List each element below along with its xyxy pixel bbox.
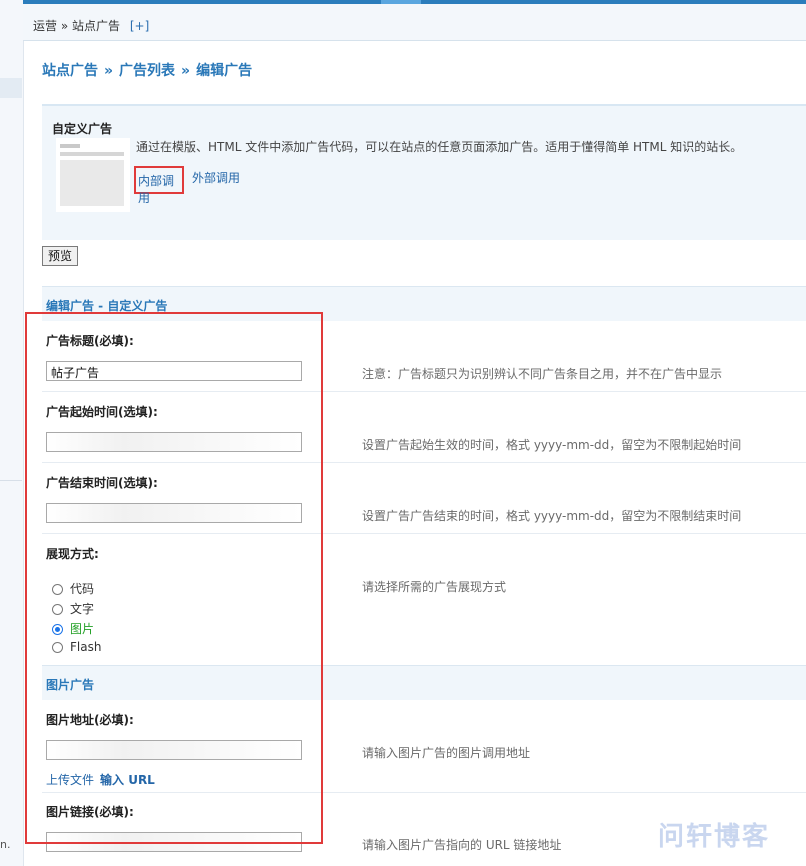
title-sep: » — [104, 63, 114, 79]
radio-image[interactable]: 图片 — [52, 620, 94, 637]
watermark-logo: 问轩博客 — [658, 822, 771, 852]
breadcrumb-bar: 运营 » 站点广告 [+] — [23, 4, 806, 41]
ad-type-title: 自定义广告 — [52, 122, 113, 136]
internal-call-link[interactable]: 内部调用 — [138, 172, 182, 206]
image-link-input[interactable] — [46, 832, 302, 852]
radio-code[interactable]: 代码 — [52, 580, 94, 597]
ad-title-input[interactable]: 帖子广告 — [46, 361, 302, 381]
start-time-input[interactable] — [46, 432, 302, 452]
title-link-site-ads[interactable]: 站点广告 — [42, 63, 98, 79]
left-sidebar: n. — [0, 0, 24, 866]
internal-call-highlight: 内部调用 — [134, 166, 184, 205]
sidebar-text: n. — [0, 838, 11, 851]
image-link-note: 请输入图片广告指向的 URL 链接地址 — [362, 838, 562, 852]
title-sep: » — [181, 63, 191, 79]
add-shortcut-button[interactable]: [+] — [130, 19, 149, 33]
breadcrumb: 运营 » 站点广告 [+] — [33, 17, 149, 34]
display-mode-note: 请选择所需的广告展现方式 — [362, 580, 507, 594]
start-time-label: 广告起始时间(选填): — [46, 405, 158, 419]
image-url-input[interactable] — [46, 740, 302, 760]
image-url-note: 请输入图片广告的图片调用地址 — [362, 746, 531, 760]
section-header-image: 图片广告 — [42, 665, 806, 700]
end-time-note: 设置广告广告结束的时间，格式 yyyy-mm-dd，留空为不限制结束时间 — [362, 509, 742, 523]
ad-type-thumbnail — [56, 138, 130, 212]
section-title-edit: 编辑广告 - 自定义广告 — [46, 299, 168, 313]
upload-toggle: 上传文件 输入 URL — [46, 771, 155, 788]
ad-title-label: 广告标题(必填): — [46, 334, 134, 348]
section-header-edit: 编辑广告 - 自定义广告 — [42, 286, 806, 321]
title-current: 编辑广告 — [196, 63, 253, 79]
end-time-input[interactable] — [46, 503, 302, 523]
breadcrumb-item-ads: 站点广告 — [72, 19, 121, 33]
external-call-link[interactable]: 外部调用 — [192, 169, 240, 186]
display-mode-label: 展现方式: — [46, 547, 99, 561]
ad-type-description: 通过在模版、HTML 文件中添加广告代码，可以在站点的任意页面添加广告。适用于懂… — [136, 140, 743, 154]
ad-title-note: 注意：广告标题只为识别辨认不同广告条目之用，并不在广告中显示 — [362, 367, 723, 381]
breadcrumb-sep: » — [60, 19, 69, 33]
radio-flash[interactable]: Flash — [52, 640, 101, 654]
ad-type-panel: 自定义广告 通过在模版、HTML 文件中添加广告代码，可以在站点的任意页面添加广… — [42, 104, 806, 240]
upload-file-link[interactable]: 上传文件 — [46, 773, 94, 787]
page-title: 站点广告 » 广告列表 » 编辑广告 — [42, 60, 252, 80]
breadcrumb-item-ops[interactable]: 运营 — [33, 19, 57, 33]
title-link-ad-list[interactable]: 广告列表 — [119, 63, 175, 79]
preview-button[interactable]: 预览 — [42, 246, 78, 266]
section-title-image: 图片广告 — [46, 678, 95, 692]
sidebar-divider — [0, 480, 22, 481]
input-url-link[interactable]: 输入 URL — [100, 773, 155, 787]
end-time-label: 广告结束时间(选填): — [46, 476, 158, 490]
image-link-label: 图片链接(必填): — [46, 805, 134, 819]
sidebar-active-item[interactable] — [0, 78, 22, 98]
radio-text[interactable]: 文字 — [52, 600, 94, 617]
start-time-note: 设置广告起始生效的时间，格式 yyyy-mm-dd，留空为不限制起始时间 — [362, 438, 742, 452]
image-url-label: 图片地址(必填): — [46, 713, 134, 727]
